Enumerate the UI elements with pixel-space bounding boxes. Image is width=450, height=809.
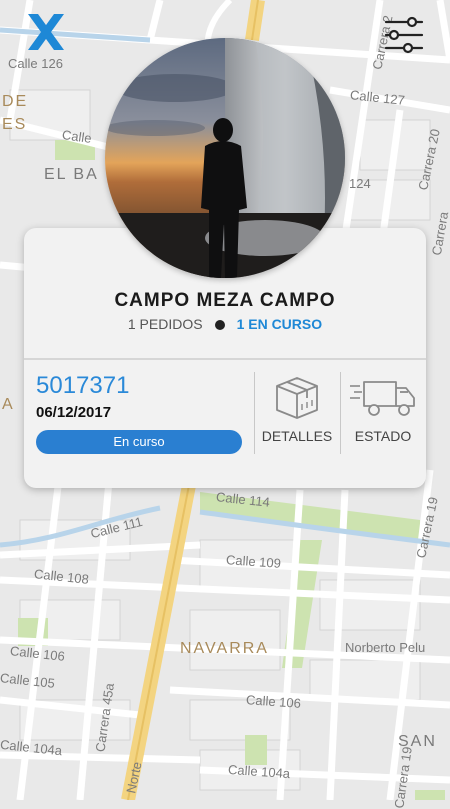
details-label: DETALLES (261, 428, 333, 444)
map-label: DE (2, 93, 29, 110)
order-id-link[interactable]: 5017371 (36, 372, 129, 400)
avatar (105, 38, 345, 278)
separator-dot-icon (214, 320, 225, 330)
status-badge: En curso (36, 430, 242, 454)
map-label: ES (2, 116, 28, 133)
map-label: NAVARRA (180, 640, 269, 657)
sliders-icon (384, 16, 424, 54)
status-label: ESTADO (354, 428, 412, 444)
delivery-truck-icon (350, 381, 415, 416)
map-label: 124 (349, 176, 371, 191)
details-button[interactable]: DETALLES (254, 372, 340, 458)
map-label: EL BA (44, 166, 99, 183)
filter-button[interactable] (384, 16, 424, 54)
status-button[interactable]: ESTADO (340, 372, 426, 458)
order-row: 5017371 06/12/2017 En curso DETALLES EST… (24, 362, 426, 488)
divider (24, 358, 426, 360)
profile-stats: 1 PEDIDOS 1 EN CURSO (24, 316, 426, 332)
map-label: Norberto Pelu (345, 640, 426, 655)
profile-photo (105, 38, 345, 278)
package-box-icon (276, 377, 318, 419)
order-date: 06/12/2017 (36, 404, 112, 421)
map-label: A (2, 396, 15, 413)
orders-count: 1 PEDIDOS (127, 316, 203, 332)
map-label: Calle 126 (8, 56, 63, 71)
x-logo-icon (26, 12, 66, 52)
profile-name: CAMPO MEZA CAMPO (114, 290, 336, 311)
active-orders-count[interactable]: 1 EN CURSO (237, 316, 323, 332)
